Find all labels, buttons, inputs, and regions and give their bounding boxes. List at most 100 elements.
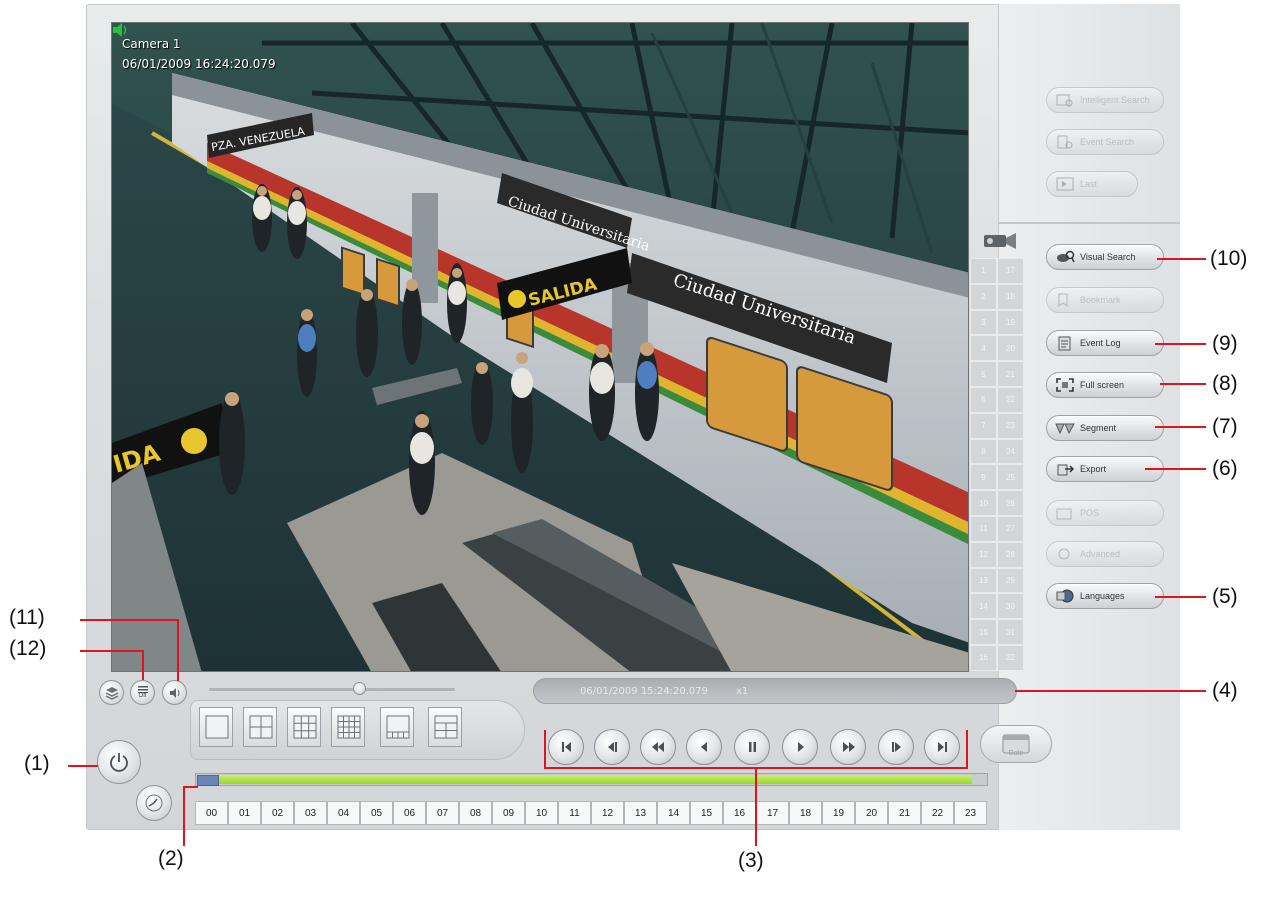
channel-button[interactable]: 1: [970, 258, 997, 284]
hour-tick[interactable]: 15: [690, 801, 723, 825]
channel-button[interactable]: 12: [970, 541, 997, 568]
power-icon: [110, 753, 128, 772]
hour-tick[interactable]: 10: [525, 801, 558, 825]
video-view[interactable]: Ciudad Universitaria Ciudad Universitari…: [111, 22, 969, 672]
hour-tick[interactable]: 16: [723, 801, 756, 825]
channel-button[interactable]: 26: [997, 490, 1024, 516]
hour-tick[interactable]: 05: [360, 801, 393, 825]
hour-tick[interactable]: 23: [954, 801, 987, 825]
channel-button[interactable]: 25: [997, 464, 1024, 491]
channel-button[interactable]: 13: [970, 567, 997, 594]
channel-button[interactable]: 9: [970, 464, 997, 491]
timeline-position-handle[interactable]: [197, 775, 219, 786]
channel-button[interactable]: 11: [970, 515, 997, 542]
power-button[interactable]: [97, 740, 141, 784]
callout-label-c6: (6): [1212, 457, 1238, 480]
full-screen-icon: [1055, 377, 1075, 393]
callout-line-c10: [1157, 258, 1206, 260]
segment-button[interactable]: Segment: [1046, 415, 1164, 441]
hour-tick[interactable]: 19: [822, 801, 855, 825]
channel-button[interactable]: 8: [970, 438, 997, 465]
last-icon: [1055, 176, 1075, 192]
hour-tick[interactable]: 00: [195, 801, 228, 825]
channel-button[interactable]: 16: [970, 644, 997, 671]
layout-16-button[interactable]: [331, 707, 365, 747]
hour-tick[interactable]: 04: [327, 801, 360, 825]
channel-button[interactable]: 30: [997, 593, 1024, 620]
hour-tick[interactable]: 17: [756, 801, 789, 825]
segment-icon: [1055, 420, 1075, 436]
timeline-bar[interactable]: [195, 773, 988, 786]
hour-tick[interactable]: 11: [558, 801, 591, 825]
hour-tick[interactable]: 13: [624, 801, 657, 825]
button-label: Last: [1080, 178, 1098, 189]
layout-9-button[interactable]: [287, 707, 321, 747]
channel-button[interactable]: 3: [970, 309, 997, 336]
languages-button[interactable]: Languages: [1046, 583, 1164, 609]
date-button[interactable]: Date: [980, 725, 1052, 763]
volume-slider-knob[interactable]: [353, 682, 366, 695]
callout-line-c7: [1155, 426, 1206, 428]
callout-label-c5: (5): [1212, 585, 1238, 608]
pos-button[interactable]: POS: [1046, 500, 1164, 526]
callout-line-c6: [1145, 468, 1206, 470]
channel-button[interactable]: 5: [970, 361, 997, 387]
channel-button[interactable]: 7: [970, 412, 997, 439]
channel-button[interactable]: 6: [970, 386, 997, 413]
channel-button[interactable]: 24: [997, 438, 1024, 465]
channel-button[interactable]: 22: [997, 386, 1024, 413]
callout-line-c8: [1160, 383, 1206, 385]
hour-tick[interactable]: 14: [657, 801, 690, 825]
hour-tick[interactable]: 06: [393, 801, 426, 825]
channel-button[interactable]: 10: [970, 490, 997, 516]
full-screen-button[interactable]: Full screen: [1046, 372, 1164, 398]
hour-tick[interactable]: 02: [261, 801, 294, 825]
hour-tick[interactable]: 08: [459, 801, 492, 825]
volume-slider-track[interactable]: [209, 688, 455, 691]
hour-tick[interactable]: 20: [855, 801, 888, 825]
deinterlace-toggle-button[interactable]: Off: [130, 680, 155, 705]
channel-button[interactable]: 15: [970, 619, 997, 645]
button-label: Full screen: [1080, 379, 1125, 390]
channel-button[interactable]: 19: [997, 309, 1024, 336]
channel-button[interactable]: 23: [997, 412, 1024, 439]
channel-button[interactable]: 29: [997, 567, 1024, 594]
channel-button[interactable]: 28: [997, 541, 1024, 568]
hour-tick[interactable]: 01: [228, 801, 261, 825]
event-log-icon: [1055, 335, 1075, 351]
channel-button[interactable]: 32: [997, 644, 1024, 671]
layout-4-button[interactable]: [243, 707, 277, 747]
layout-sequence-button[interactable]: [428, 707, 462, 747]
channel-button[interactable]: 31: [997, 619, 1024, 645]
hour-tick[interactable]: 09: [492, 801, 525, 825]
channel-button[interactable]: 27: [997, 515, 1024, 542]
intelligent-search-button[interactable]: Intelligent Search: [1046, 87, 1164, 113]
lines-icon: [137, 685, 148, 693]
channel-button[interactable]: 21: [997, 361, 1024, 387]
visual-search-button[interactable]: Visual Search: [1046, 244, 1164, 270]
hour-tick[interactable]: 03: [294, 801, 327, 825]
last-button[interactable]: Last: [1046, 171, 1138, 197]
channel-button[interactable]: 2: [970, 283, 997, 310]
hour-tick[interactable]: 07: [426, 801, 459, 825]
channel-button[interactable]: 14: [970, 593, 997, 620]
hour-tick[interactable]: 21: [888, 801, 921, 825]
hour-tick[interactable]: 22: [921, 801, 954, 825]
event-log-button[interactable]: Event Log: [1046, 330, 1164, 356]
event-search-button[interactable]: Event Search: [1046, 129, 1164, 155]
callout-label-c1: (1): [24, 752, 50, 775]
channel-button[interactable]: 4: [970, 335, 997, 362]
layout-1-button[interactable]: [199, 707, 233, 747]
hour-tick[interactable]: 12: [591, 801, 624, 825]
snapshot-button[interactable]: [99, 680, 124, 705]
channel-button[interactable]: 20: [997, 335, 1024, 362]
layout-13-button[interactable]: [380, 707, 414, 747]
channel-button[interactable]: 18: [997, 283, 1024, 310]
advanced-button[interactable]: Advanced: [1046, 541, 1164, 567]
audio-volume-button[interactable]: [162, 680, 187, 705]
button-label: Intelligent Search: [1080, 94, 1150, 105]
hour-tick[interactable]: 18: [789, 801, 822, 825]
time-jump-button[interactable]: [136, 785, 172, 821]
channel-button[interactable]: 17: [997, 258, 1024, 284]
bookmark-button[interactable]: Bookmark: [1046, 287, 1164, 313]
